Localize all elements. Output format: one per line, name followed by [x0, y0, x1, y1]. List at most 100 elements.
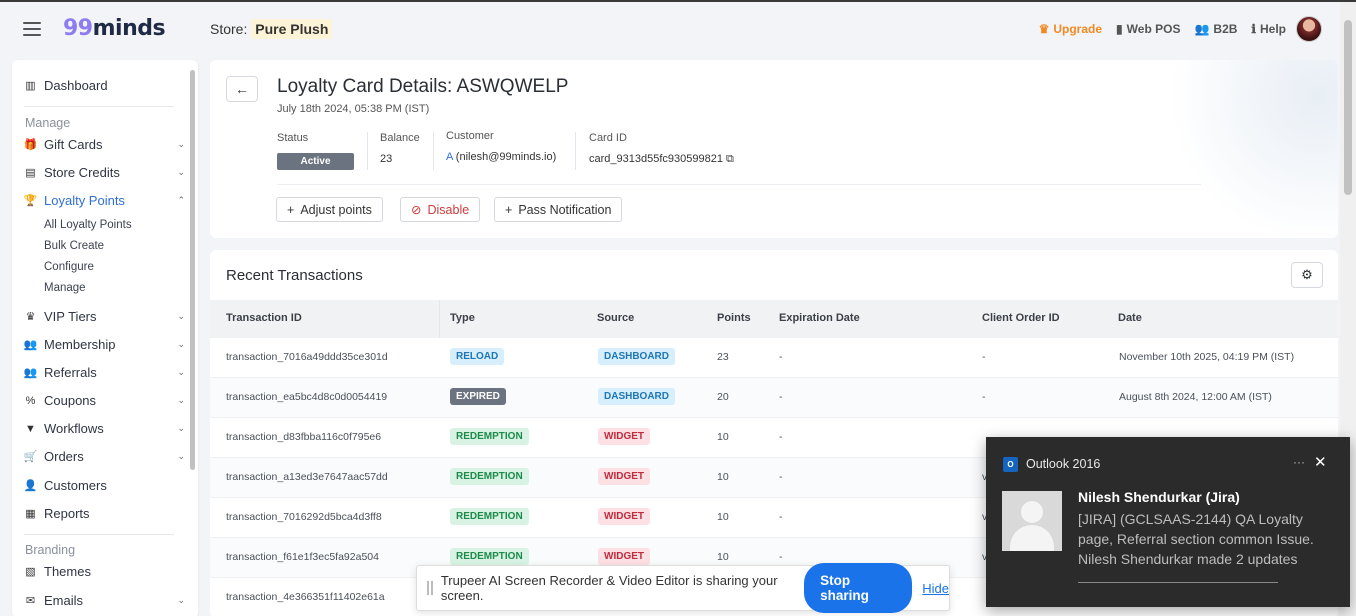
- source-badge: WIDGET: [598, 508, 650, 525]
- users-icon: 👥: [23, 339, 38, 351]
- scrollbar-thumb[interactable]: [1344, 20, 1352, 195]
- gift-icon: 🎁: [23, 139, 38, 151]
- sidebar-item-emails[interactable]: ✉ Emails ⌄: [24, 593, 185, 608]
- sidebar-item-store-credits[interactable]: ▤ Store Credits ⌄: [24, 165, 185, 180]
- close-icon[interactable]: ✕: [1314, 453, 1327, 471]
- balance-field: Balance 23: [380, 132, 420, 165]
- column-header-client-order-id[interactable]: Client Order ID: [982, 312, 1060, 324]
- sidebar-item-gift-cards[interactable]: 🎁 Gift Cards ⌄: [23, 137, 185, 152]
- chevron-down-icon: ⌄: [177, 451, 185, 461]
- column-header-points[interactable]: Points: [717, 312, 751, 324]
- upgrade-link[interactable]: ♛ Upgrade: [1039, 22, 1102, 36]
- sidebar-item-referrals[interactable]: 👥 Referrals ⌄: [24, 365, 185, 380]
- customer-label: Customer: [446, 130, 494, 142]
- drag-handle-icon[interactable]: [427, 581, 433, 595]
- menu-icon[interactable]: [23, 22, 41, 36]
- sidebar-item-customers[interactable]: 👤 Customers: [24, 478, 174, 493]
- adjust-points-button[interactable]: + Adjust points: [276, 197, 383, 222]
- column-header-date[interactable]: Date: [1118, 312, 1142, 324]
- sidebar-scrollbar[interactable]: [190, 70, 195, 470]
- customer-field: Customer A (nilesh@99minds.io): [446, 130, 556, 163]
- logo-text: minds: [92, 16, 166, 41]
- sidebar-item-reports[interactable]: ▦ Reports: [24, 506, 174, 521]
- sidebar-item-orders[interactable]: 🛒 Orders ⌄: [23, 449, 185, 464]
- gear-icon: ⚙: [1301, 267, 1313, 282]
- outlook-notification[interactable]: O Outlook 2016 ··· ✕ Nilesh Shendurkar (…: [986, 437, 1350, 607]
- column-header-type[interactable]: Type: [450, 312, 475, 324]
- expiration-cell: -: [779, 431, 783, 443]
- card-id-label: Card ID: [589, 132, 627, 144]
- sidebar-divider: [24, 106, 174, 107]
- back-button[interactable]: ←: [226, 76, 258, 102]
- help-link[interactable]: ℹ Help: [1251, 22, 1286, 36]
- disable-button[interactable]: ⊘ Disable: [400, 197, 481, 222]
- status-badge: Active: [277, 153, 354, 170]
- sidebar-subitem-all-loyalty-points[interactable]: All Loyalty Points: [44, 219, 132, 231]
- column-header-transaction-id[interactable]: Transaction ID: [226, 312, 302, 324]
- sidebar-item-label: Orders: [44, 449, 84, 464]
- expiration-cell: -: [779, 511, 783, 523]
- column-header-expiration-date[interactable]: Expiration Date: [779, 312, 860, 324]
- cart-icon: 🛒: [23, 451, 38, 463]
- chart-icon: ▥: [25, 80, 36, 92]
- sidebar-subitem-configure[interactable]: Configure: [44, 261, 94, 273]
- transaction-id-cell: transaction_f61e1f3ec5fa92a504: [226, 551, 379, 563]
- mail-icon: ✉: [25, 595, 36, 607]
- logo[interactable]: 99minds: [63, 16, 166, 41]
- percent-icon: %: [25, 394, 36, 407]
- notification-sender: Nilesh Shendurkar (Jira): [1078, 489, 1240, 505]
- date-cell: November 10th 2025, 04:19 PM (IST): [1119, 351, 1295, 363]
- sidebar-item-themes[interactable]: ▧ Themes: [24, 564, 174, 579]
- sidebar-item-label: Dashboard: [44, 78, 108, 93]
- table-settings-button[interactable]: ⚙: [1291, 262, 1323, 288]
- client-order-cell: -: [982, 391, 986, 403]
- page-title: Loyalty Card Details: ASWQWELP: [277, 76, 569, 97]
- sender-avatar: [1002, 491, 1062, 551]
- header-decoration: [1118, 60, 1338, 238]
- column-header-source[interactable]: Source: [597, 312, 634, 324]
- points-cell: 20: [717, 391, 729, 403]
- sidebar-divider: [24, 534, 174, 535]
- sidebar-item-coupons[interactable]: % Coupons ⌄: [24, 393, 185, 408]
- table-row[interactable]: transaction_ea5bc4d8c0d0054419 EXPIRED DAS…: [210, 378, 1338, 418]
- notification-body: [JIRA] (GCLSAAS-2144) QA Loyalty page, R…: [1078, 511, 1314, 567]
- customer-initial: A: [446, 151, 453, 163]
- store-name[interactable]: Pure Plush: [251, 19, 333, 39]
- sidebar-item-membership[interactable]: 👥 Membership ⌄: [23, 337, 185, 352]
- sidebar-item-label: Gift Cards: [44, 137, 103, 152]
- web-pos-label: Web POS: [1126, 22, 1181, 36]
- stop-sharing-button[interactable]: Stop sharing: [804, 563, 913, 613]
- sidebar-item-workflows[interactable]: ▼ Workflows ⌄: [24, 421, 185, 436]
- crown-icon: ♛: [25, 311, 36, 323]
- notification-divider: [1078, 582, 1278, 583]
- sidebar-subitem-bulk-create[interactable]: Bulk Create: [44, 240, 104, 252]
- sidebar-item-label: Store Credits: [44, 165, 120, 180]
- pos-icon: ▮: [1116, 22, 1123, 36]
- more-options-icon[interactable]: ···: [1293, 455, 1305, 469]
- hide-link[interactable]: Hide: [922, 581, 949, 596]
- sidebar-item-label: Membership: [44, 337, 116, 352]
- sidebar-item-vip-tiers[interactable]: ♛ VIP Tiers ⌄: [24, 309, 185, 324]
- source-badge: WIDGET: [598, 548, 650, 565]
- pass-notification-button[interactable]: + Pass Notification: [494, 197, 623, 222]
- sidebar-item-loyalty-points[interactable]: 🏆 Loyalty Points ⌃: [23, 193, 185, 208]
- chevron-down-icon: ⌄: [177, 367, 185, 377]
- transaction-id-cell: transaction_d83fbba116c0f795e6: [226, 431, 382, 443]
- b2b-link[interactable]: 👥 B2B: [1194, 22, 1237, 36]
- avatar[interactable]: [1296, 16, 1322, 42]
- arrow-left-icon: ←: [235, 81, 249, 97]
- trophy-icon: 🏆: [23, 195, 38, 207]
- sidebar-subitem-manage[interactable]: Manage: [44, 282, 86, 294]
- sidebar-item-label: Workflows: [44, 421, 104, 436]
- customer-value[interactable]: A (nilesh@99minds.io): [446, 151, 556, 163]
- sidebar-item-dashboard[interactable]: ▥ Dashboard: [24, 78, 174, 93]
- table-icon: ▦: [25, 508, 36, 520]
- expiration-cell: -: [779, 391, 783, 403]
- web-pos-link[interactable]: ▮ Web POS: [1116, 22, 1180, 36]
- chevron-down-icon: ⌄: [177, 311, 185, 321]
- sidebar-item-label: Themes: [44, 564, 91, 579]
- copy-icon[interactable]: ⧉: [726, 153, 734, 165]
- table-row[interactable]: transaction_7016a49ddd35ce301d RELOAD DASH…: [210, 338, 1338, 378]
- pass-notification-label: Pass Notification: [518, 202, 612, 217]
- image-icon: ▧: [25, 566, 36, 578]
